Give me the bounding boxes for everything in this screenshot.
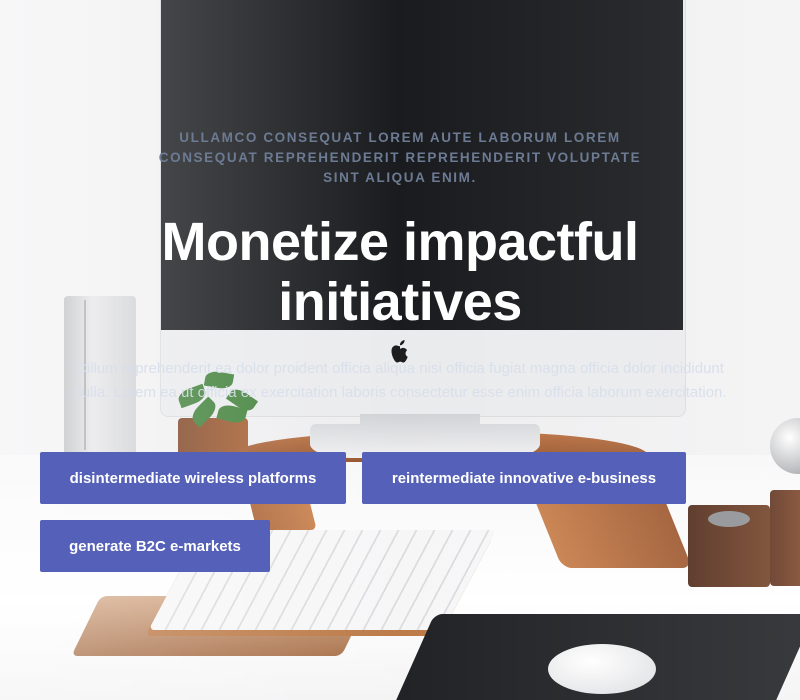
hero-title: Monetize impactful initiatives xyxy=(161,212,639,332)
generate-b2c-e-markets-button[interactable]: generate B2C e-markets xyxy=(40,520,270,572)
disintermediate-wireless-platforms-button[interactable]: disintermediate wireless platforms xyxy=(40,452,346,504)
hero-lead-text: Cillum reprehenderit ea dolor proident o… xyxy=(73,360,727,401)
hero-eyebrow: ULLAMCO CONSEQUAT LOREM AUTE LABORUM LOR… xyxy=(158,130,642,185)
reintermediate-innovative-e-business-button[interactable]: reintermediate innovative e-business xyxy=(362,452,686,504)
hero-section: ULLAMCO CONSEQUAT LOREM AUTE LABORUM LOR… xyxy=(0,0,800,700)
